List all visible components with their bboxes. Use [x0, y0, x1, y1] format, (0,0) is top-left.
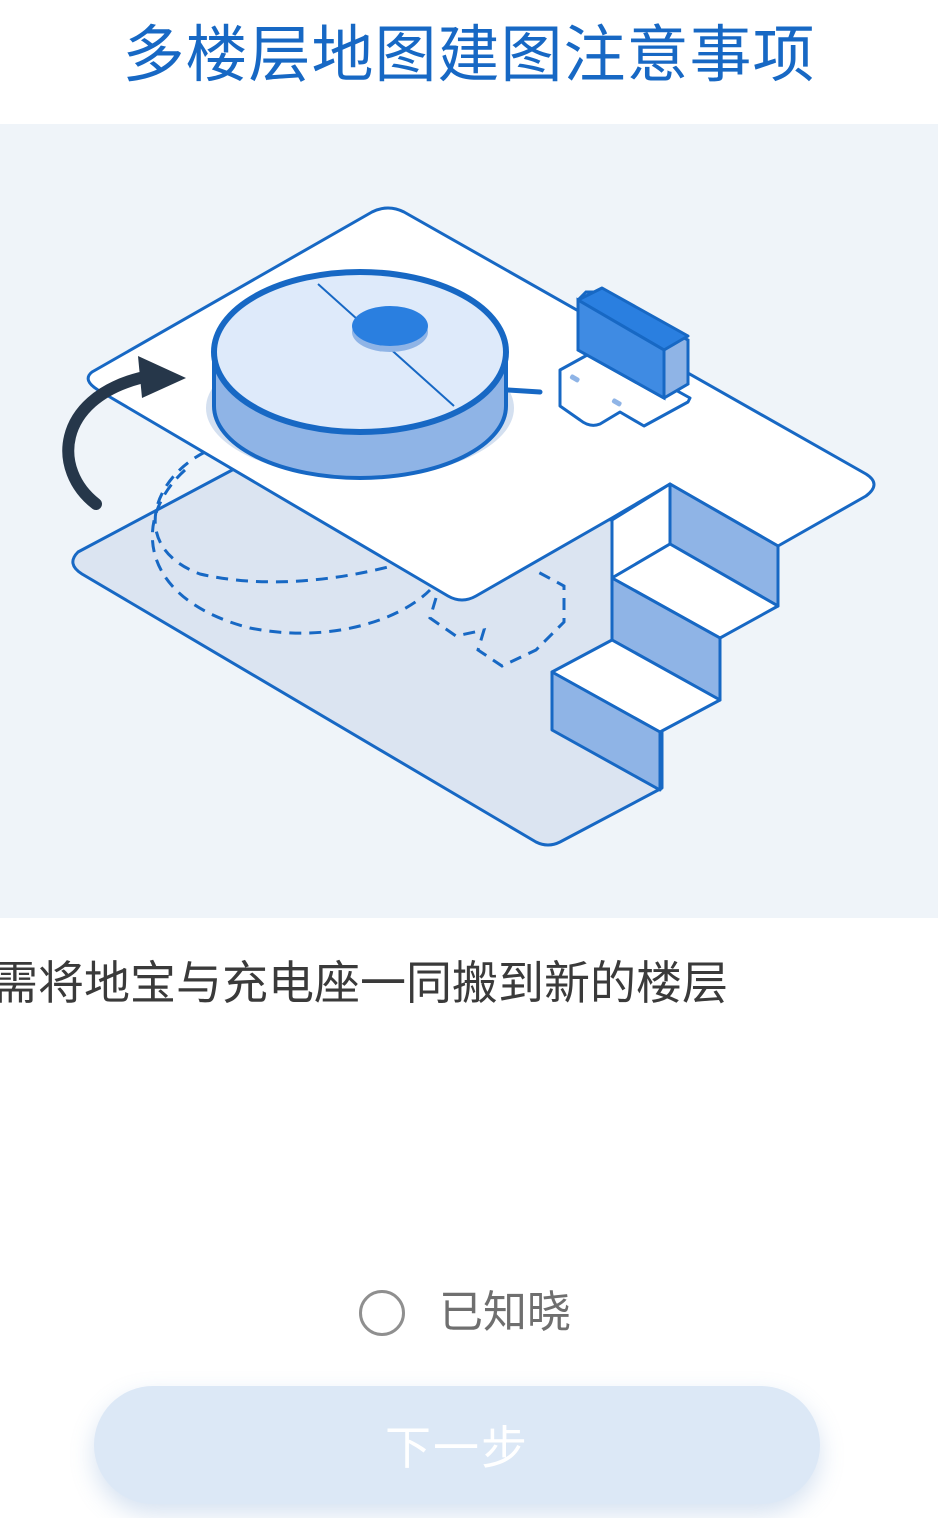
page-title: 多楼层地图建图注意事项 — [122, 18, 816, 91]
next-button[interactable]: 下一步 — [94, 1386, 820, 1504]
tip-text: 需将地宝与充电座一同搬到新的楼层 — [0, 956, 728, 1010]
acknowledge-label[interactable]: 已知晓 — [439, 1280, 571, 1346]
acknowledge-radio[interactable] — [359, 1290, 405, 1336]
page: 多楼层地图建图注意事项 需将地宝与充电座一同搬到新的楼层 已知晓 下一步 — [0, 0, 938, 1518]
multi-floor-illustration — [0, 124, 938, 918]
acknowledge-row[interactable]: 已知晓 — [0, 1280, 938, 1346]
next-button-label: 下一步 — [385, 1421, 529, 1475]
robot-vacuum-multi-floor-icon — [62, 206, 876, 847]
